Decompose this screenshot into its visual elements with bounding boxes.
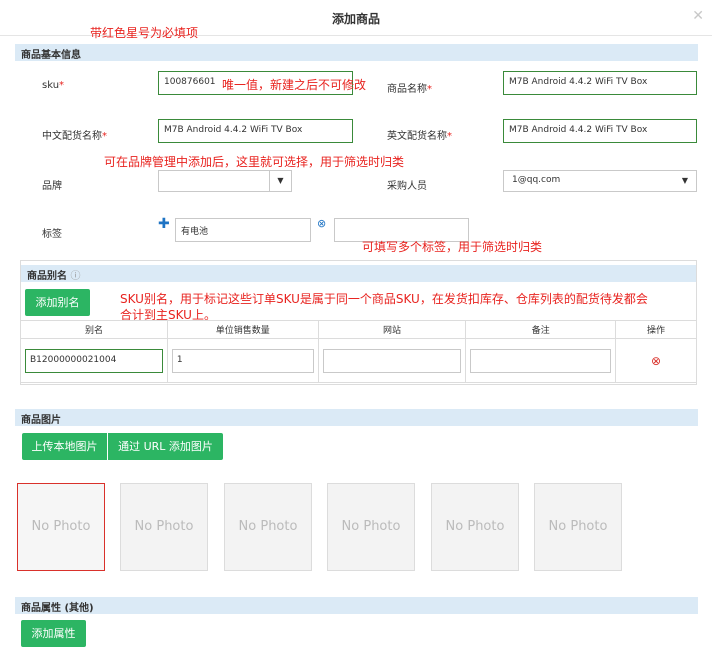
photo-slot[interactable]: No Photo bbox=[17, 483, 105, 571]
product-name-field[interactable]: M7B Android 4.4.2 WiFi TV Box bbox=[503, 71, 697, 95]
chevron-down-icon: ▼ bbox=[681, 176, 689, 185]
sku-label: sku* bbox=[42, 80, 65, 91]
photo-slot[interactable]: No Photo bbox=[534, 483, 622, 571]
alias-table: 别名 单位销售数量 网站 备注 操作 B12000000021004 1 ⊗ bbox=[20, 320, 697, 383]
add-tag-icon[interactable]: ✚ bbox=[158, 216, 170, 232]
sku-hint-note: 唯一值，新建之后不可修改 bbox=[222, 78, 367, 92]
brand-select[interactable]: ▼ bbox=[158, 170, 292, 192]
brand-hint-note: 可在品牌管理中添加后，这里就可选择，用于筛选时归类 bbox=[104, 155, 405, 169]
sales-qty-field[interactable]: 1 bbox=[171, 348, 314, 373]
upload-url-button[interactable]: 通过 URL 添加图片 bbox=[108, 433, 223, 460]
column-header: 网站 bbox=[317, 320, 467, 339]
add-alias-button[interactable]: 添加别名 bbox=[25, 289, 90, 316]
buyer-select[interactable]: 1@qq.com ▼ bbox=[503, 170, 697, 192]
section-alias: 商品别名 ⓘ bbox=[21, 265, 696, 282]
column-header: 单位销售数量 bbox=[166, 320, 319, 339]
tag-field[interactable]: 有电池 bbox=[175, 218, 311, 242]
en-name-label: 英文配货名称* bbox=[387, 131, 452, 142]
alias-field[interactable]: B12000000021004 bbox=[25, 348, 163, 373]
brand-label: 品牌 bbox=[42, 181, 62, 192]
photo-slot[interactable]: No Photo bbox=[327, 483, 415, 571]
alias-hint-line1: SKU别名，用于标记这些订单SKU是属于同一个商品SKU，在发货扣库存、仓库列表… bbox=[120, 292, 648, 306]
cn-name-field[interactable]: M7B Android 4.4.2 WiFi TV Box bbox=[158, 119, 353, 143]
remark-field[interactable] bbox=[470, 348, 612, 373]
en-name-field[interactable]: M7B Android 4.4.2 WiFi TV Box bbox=[503, 119, 697, 143]
delete-row-icon[interactable]: ⊗ bbox=[651, 354, 661, 368]
column-header: 别名 bbox=[20, 320, 168, 339]
section-images: 商品图片 bbox=[15, 409, 698, 426]
column-header: 操作 bbox=[615, 320, 697, 339]
section-basic-info: 商品基本信息 bbox=[15, 44, 698, 61]
upload-local-button[interactable]: 上传本地图片 bbox=[22, 433, 107, 460]
photo-slot[interactable]: No Photo bbox=[431, 483, 519, 571]
buyer-label: 采购人员 bbox=[387, 181, 427, 192]
site-field[interactable] bbox=[322, 348, 462, 373]
tag-label: 标签 bbox=[42, 229, 62, 240]
table-row: B12000000021004 1 ⊗ bbox=[20, 338, 697, 383]
close-icon[interactable]: ✕ bbox=[692, 8, 704, 24]
product-name-label: 商品名称* bbox=[387, 84, 432, 95]
tags-hint-note: 可填写多个标签，用于筛选时归类 bbox=[362, 240, 543, 254]
photo-slot[interactable]: No Photo bbox=[224, 483, 312, 571]
remove-tag-icon[interactable]: ⊗ bbox=[317, 217, 326, 230]
help-icon[interactable]: ⓘ bbox=[70, 271, 80, 282]
required-hint-note: 带红色星号为必填项 bbox=[90, 26, 199, 40]
photo-slot[interactable]: No Photo bbox=[120, 483, 208, 571]
add-attribute-button[interactable]: 添加属性 bbox=[21, 620, 86, 647]
column-header: 备注 bbox=[465, 320, 617, 339]
section-attributes: 商品属性 (其他) bbox=[15, 597, 698, 614]
chevron-down-icon: ▼ bbox=[269, 171, 291, 191]
cn-name-label: 中文配货名称* bbox=[42, 131, 107, 142]
